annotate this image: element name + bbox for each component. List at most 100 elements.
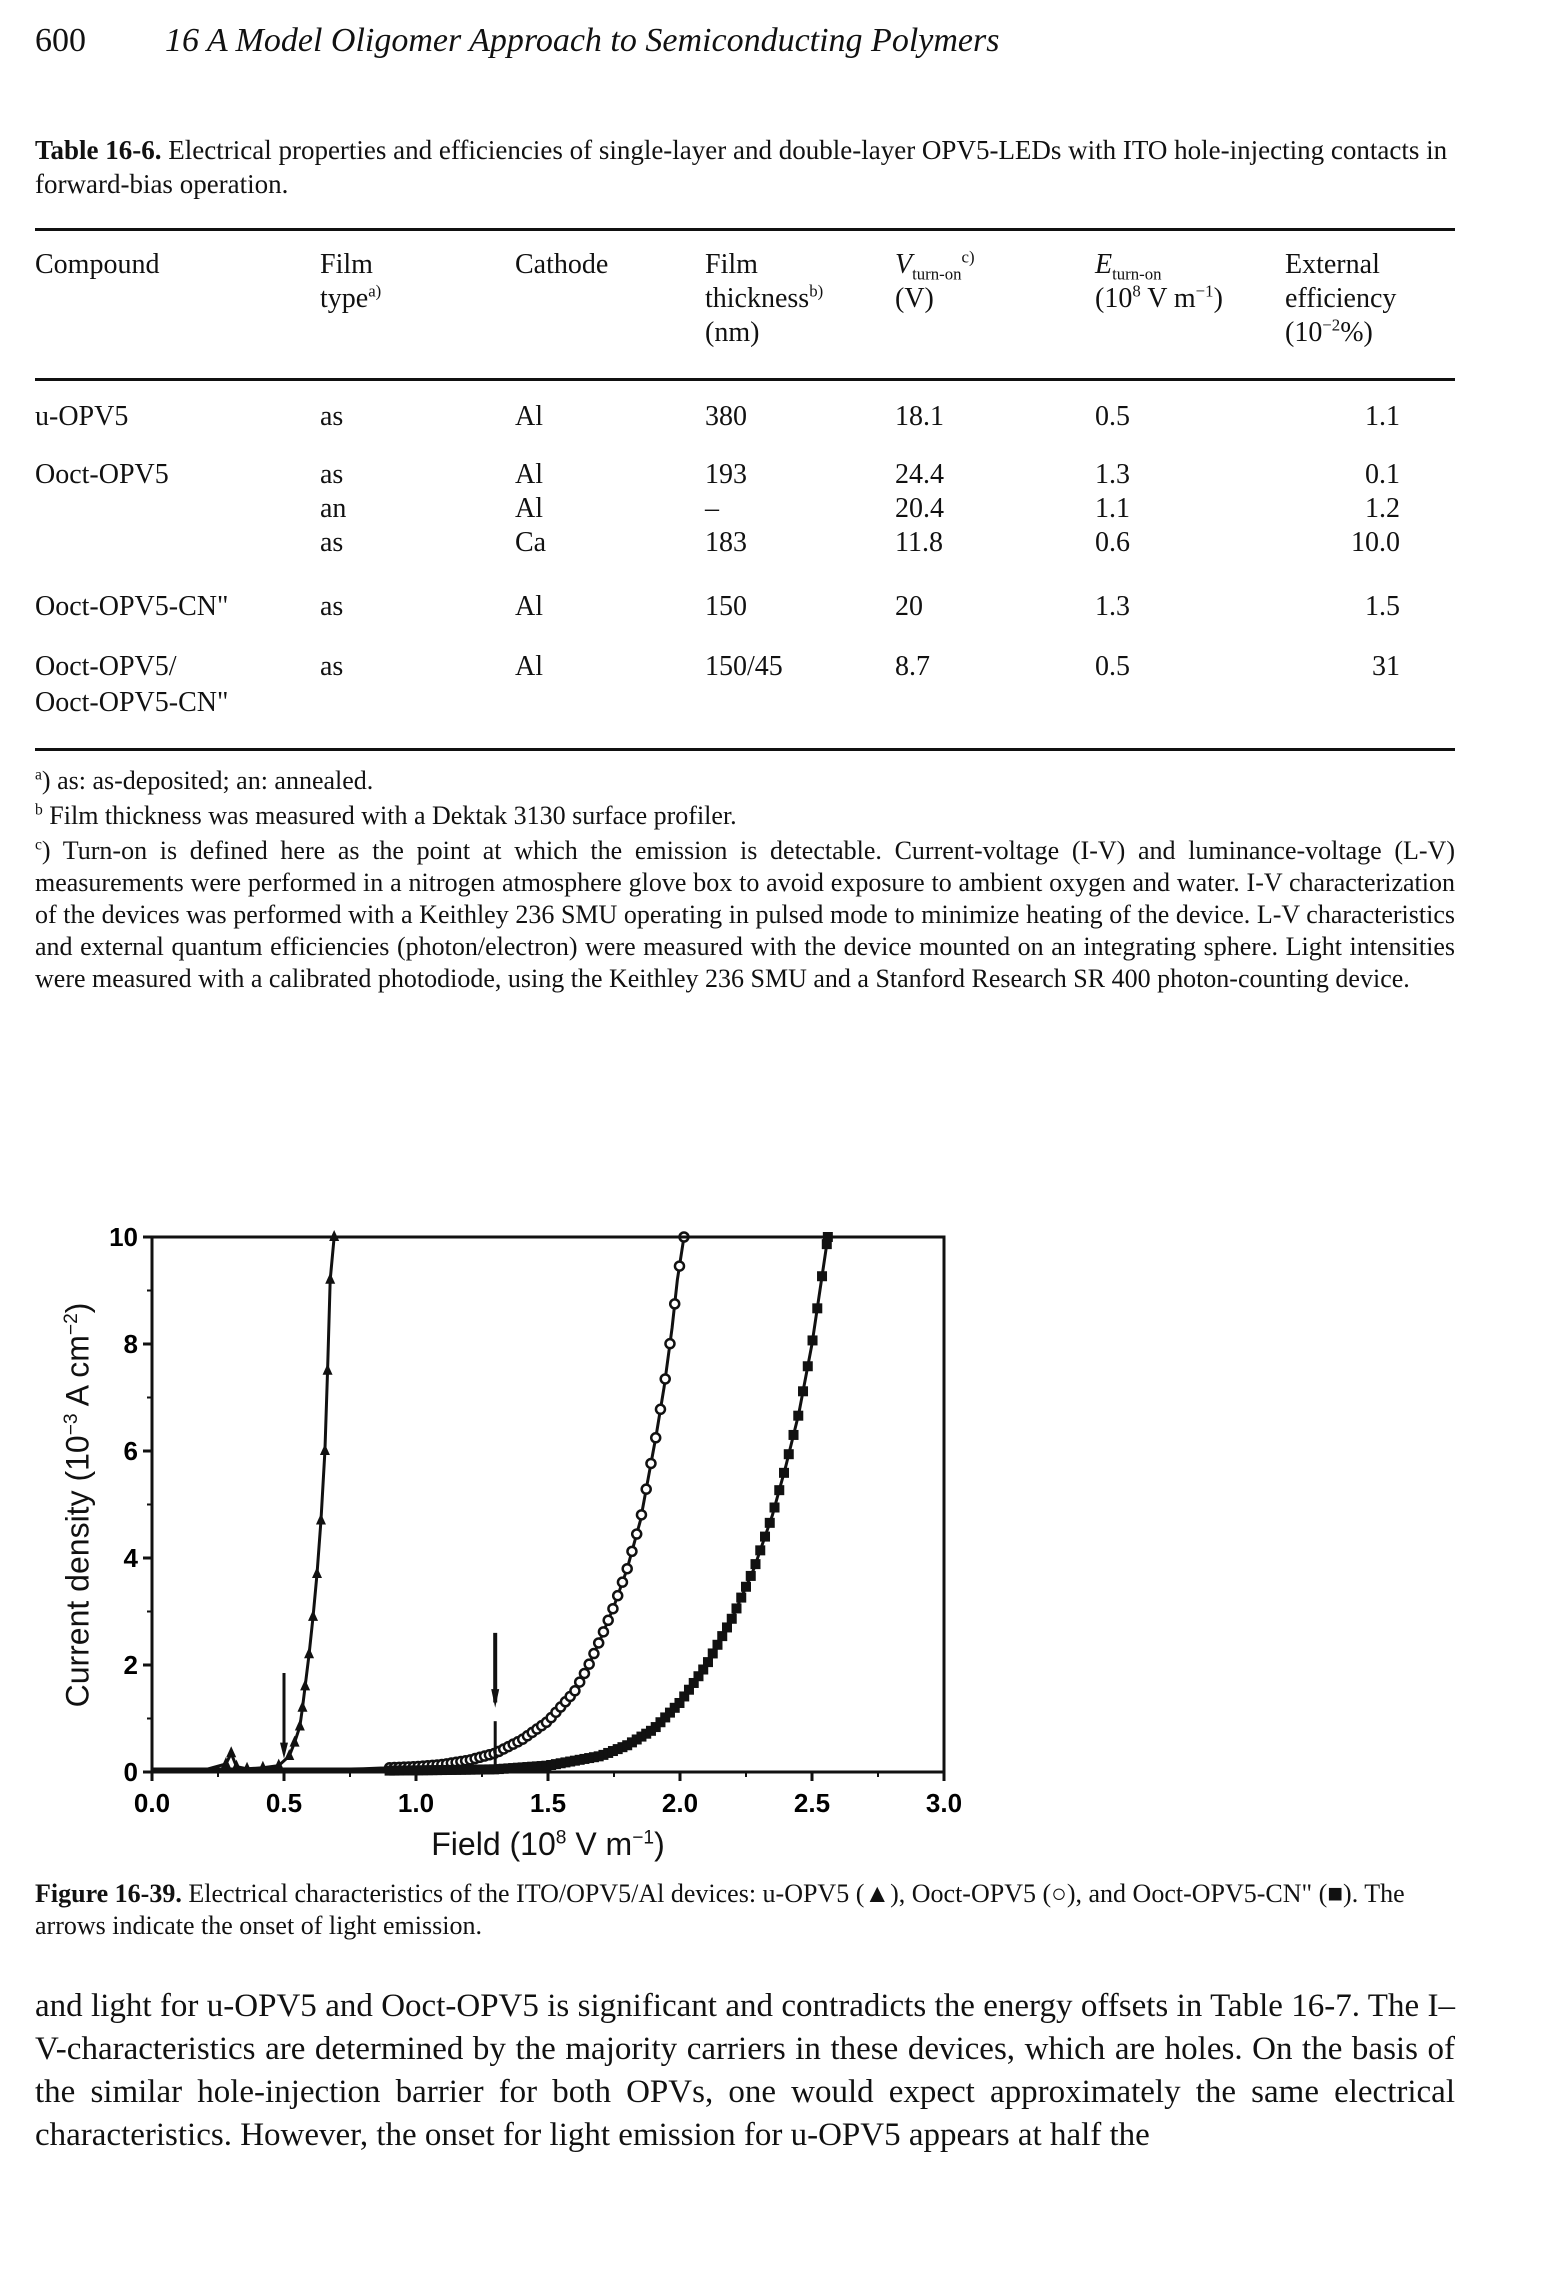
open-circle-marker (583, 1658, 595, 1670)
x-tick-label: 0.5 (266, 1788, 302, 1818)
cell-e-turn-on: 1.3 (1095, 459, 1130, 490)
series-u-opv5 (151, 1230, 340, 1773)
square-marker (793, 1410, 804, 1421)
running-title: 16 A Model Oligomer Approach to Semicond… (165, 22, 1000, 59)
square-marker (741, 1581, 751, 1592)
open-circle-marker (602, 1614, 614, 1627)
cell-thickness: 150/45 (705, 651, 783, 682)
footnote-text: Turn-on is defined here as the point at … (35, 836, 1455, 993)
cell-cathode: Al (515, 591, 543, 622)
open-circle-marker (626, 1545, 638, 1558)
triangle-marker (294, 1719, 305, 1731)
table-caption-text: Electrical properties and efficiencies o… (35, 135, 1448, 199)
table-header-rule (35, 378, 1455, 381)
series-line (151, 1236, 336, 1773)
col-header-film-type: Film typea) (320, 248, 381, 316)
open-circle-marker (645, 1457, 657, 1470)
cell-v-turn-on: 18.1 (895, 401, 944, 432)
col-header-line: (nm) (705, 317, 760, 348)
square-marker (764, 1517, 775, 1528)
onset-arrow (280, 1673, 288, 1759)
open-circle-marker (654, 1403, 667, 1416)
open-circle-marker (659, 1373, 671, 1385)
cell-e-turn-on: 0.5 (1095, 651, 1130, 682)
x-tick-label: 0.0 (134, 1788, 170, 1818)
triangle-marker (319, 1444, 330, 1455)
square-marker (802, 1361, 813, 1372)
cell-thickness: 193 (705, 459, 747, 490)
square-marker (731, 1603, 742, 1614)
cell-v-turn-on: 8.7 (895, 651, 930, 682)
table-top-rule (35, 228, 1455, 231)
col-header-external-efficiency: External efficiency (10−2%) (1285, 248, 1396, 350)
cell-film-type: as (320, 401, 344, 432)
square-marker (721, 1622, 732, 1633)
table-bottom-rule (35, 748, 1455, 751)
cell-cathode: Al (515, 401, 543, 432)
y-tick-label: 2 (124, 1650, 138, 1680)
footnote-ref: a) (368, 281, 382, 301)
cell-film-type: as (320, 459, 344, 490)
square-marker (750, 1559, 761, 1570)
col-header-v-turn-on: Vturn-onc) (V) (895, 248, 975, 316)
series-line (151, 1236, 686, 1773)
cell-v-turn-on: 20 (895, 591, 923, 622)
cell-v-turn-on: 11.8 (895, 527, 943, 558)
iv-chart: 0.0 0.5 1.0 1.5 2.0 2.5 3.0 0 2 4 6 8 10 (109, 1222, 962, 1818)
open-circle-marker (668, 1298, 681, 1310)
open-circle-marker (621, 1562, 633, 1575)
triangle-marker (325, 1272, 336, 1284)
triangle-marker (226, 1746, 237, 1758)
col-header-line: type (320, 283, 369, 314)
square-marker (755, 1545, 766, 1556)
table-label: Table 16-6. (35, 135, 162, 165)
cell-efficiency: 1.1 (1365, 401, 1400, 432)
figure-label: Figure 16-39. (35, 1879, 182, 1908)
cell-compound-line2: Ooct-OPV5-CN" (35, 687, 229, 718)
square-marker (812, 1303, 823, 1314)
col-header-compound: Compound (35, 249, 160, 280)
cell-compound: Ooct-OPV5-CN" (35, 591, 229, 622)
col-header-e-turn-on: Eturn-on (108 V m−1) (1095, 248, 1223, 316)
cell-e-turn-on: 1.3 (1095, 591, 1130, 622)
square-marker (745, 1570, 756, 1581)
y-tick-label: 8 (124, 1329, 138, 1359)
table-caption: Table 16-6. Electrical properties and ef… (35, 133, 1455, 201)
open-circle-marker (588, 1647, 600, 1660)
caption-text: ), and Ooct-OPV5-CN" ( (1066, 1879, 1328, 1908)
triangle-marker (312, 1567, 322, 1579)
footnote-c: c) Turn-on is defined here as the point … (35, 836, 1455, 993)
figure-caption: Figure 16-39. Electrical characteristics… (35, 1878, 1455, 1942)
square-marker (707, 1648, 718, 1659)
y-axis-label: Current density (10−3 A cm−2) (60, 1303, 97, 1708)
col-header-film-thickness: Film thicknessb) (nm) (705, 248, 823, 350)
footnote-text: as: as-deposited; an: annealed. (57, 766, 374, 795)
subscript: turn-on (912, 264, 962, 284)
cell-efficiency: 10.0 (1351, 527, 1400, 558)
square-marker (712, 1639, 723, 1650)
col-header-line: thickness (705, 283, 810, 314)
col-header-unit: (10−2%) (1285, 315, 1373, 348)
cell-film-type: as (320, 651, 344, 682)
triangle-marker (322, 1363, 333, 1375)
footnote-b: b Film thickness was measured with a Dek… (35, 801, 737, 830)
col-header-line: Film (705, 249, 758, 280)
square-marker (779, 1467, 790, 1478)
col-header-cathode: Cathode (515, 249, 609, 280)
open-circle-marker (673, 1260, 686, 1272)
arrow-head-icon (491, 1689, 500, 1708)
y-tick-label: 0 (124, 1757, 138, 1787)
square-marker (726, 1613, 737, 1624)
footnote-ref: c) (961, 247, 975, 267)
open-circle-marker (640, 1483, 652, 1495)
open-circle-marker (592, 1637, 605, 1649)
x-tick-label: 1.5 (530, 1788, 566, 1818)
open-circle-marker (635, 1509, 648, 1521)
square-marker (717, 1631, 728, 1642)
open-circle-marker (649, 1432, 662, 1444)
cell-thickness: 380 (705, 401, 747, 432)
caption-text: Electrical characteristics of the ITO/OP… (188, 1879, 865, 1908)
square-marker-icon: ■ (1327, 1879, 1344, 1908)
triangle-marker (300, 1679, 311, 1691)
cell-cathode: Al (515, 651, 543, 682)
